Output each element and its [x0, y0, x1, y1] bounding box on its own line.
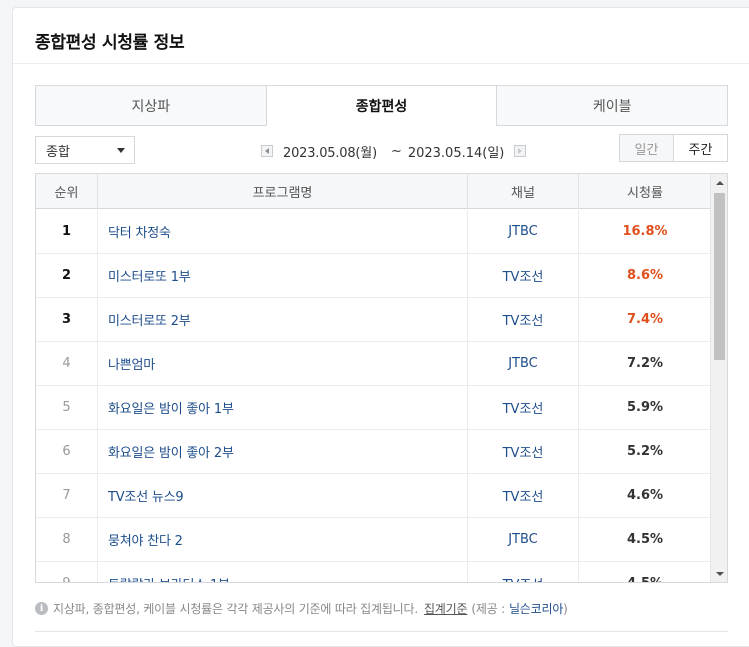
divider [35, 631, 728, 632]
table-row: 9 트랄랄라 브라더스 1부 TV조선 4.5% [36, 562, 711, 582]
channel-cell: TV조선 [468, 430, 579, 473]
table-row: 2 미스터로또 1부 TV조선 8.6% [36, 254, 711, 298]
program-link[interactable]: 닥터 차정숙 [98, 210, 468, 253]
date-start: 2023.05.08(월) [283, 145, 377, 161]
arrow-right-icon [518, 148, 523, 154]
program-link[interactable]: 화요일은 밤이 좋아 2부 [98, 430, 468, 473]
criteria-link[interactable]: 집계기준 [424, 600, 468, 617]
provider-link[interactable]: 닐슨코리아 [509, 600, 563, 617]
rank-cell: 4 [36, 342, 98, 385]
date-end: 2023.05.14(일) [407, 145, 505, 161]
daily-button[interactable]: 일간 [619, 134, 674, 162]
table-row: 1 닥터 차정숙 JTBC 16.8% [36, 210, 711, 254]
tab-cable[interactable]: 케이블 [496, 85, 729, 126]
channel-cell: TV조선 [468, 298, 579, 341]
category-select-value: 종합 [46, 144, 70, 160]
footnote-text: 지상파, 종합편성, 케이블 시청률은 각각 제공사의 기준에 따라 집계됩니다… [53, 602, 418, 616]
rating-cell: 16.8% [622, 224, 668, 239]
header-rank: 순위 [36, 174, 98, 209]
rating-cell: 5.9% [626, 400, 664, 415]
rank-cell: 8 [36, 518, 98, 561]
period-toggle: 일간 주간 [619, 134, 728, 162]
table-row: 5 화요일은 밤이 좋아 1부 TV조선 5.9% [36, 386, 711, 430]
provider-suffix: ) [563, 601, 568, 616]
channel-cell: JTBC [468, 342, 579, 385]
panel-title: 종합편성 시청률 정보 [35, 33, 185, 53]
tab-general-programming[interactable]: 종합편성 [265, 85, 498, 126]
table-row: 4 나쁜엄마 JTBC 7.2% [36, 342, 711, 386]
weekly-button[interactable]: 주간 [673, 134, 728, 162]
category-select[interactable]: 종합 [35, 136, 135, 164]
program-link[interactable]: 나쁜엄마 [98, 342, 468, 385]
channel-cell: TV조선 [468, 474, 579, 517]
program-link[interactable]: 트랄랄라 브라더스 1부 [98, 562, 468, 582]
channel-cell: JTBC [468, 518, 579, 561]
category-tabs: 지상파 종합편성 케이블 [35, 85, 729, 126]
ratings-panel: 종합편성 시청률 정보 지상파 종합편성 케이블 종합 2023.05.08(월… [12, 7, 749, 647]
rating-cell: 7.2% [626, 356, 664, 371]
rating-cell: 4.6% [626, 488, 664, 503]
scrollbar-thumb[interactable] [714, 193, 725, 360]
rank-cell: 2 [36, 254, 98, 297]
rating-cell: 7.4% [626, 312, 664, 327]
header-rating: 시청률 [627, 186, 663, 201]
footnote: i 지상파, 종합편성, 케이블 시청률은 각각 제공사의 기준에 따라 집계됩… [35, 600, 568, 617]
rank-cell: 1 [36, 210, 98, 253]
rating-cell: 8.6% [626, 268, 664, 283]
program-link[interactable]: 뭉쳐야 찬다 2 [98, 518, 468, 561]
table-row: 6 화요일은 밤이 좋아 2부 TV조선 5.2% [36, 430, 711, 474]
channel-cell: TV조선 [468, 562, 579, 582]
arrow-left-icon [265, 148, 269, 154]
table-row: 7 TV조선 뉴스9 TV조선 4.6% [36, 474, 711, 518]
table-scrollbar[interactable] [710, 174, 727, 582]
table-body: 1 닥터 차정숙 JTBC 16.8% 2 미스터로또 1부 TV조선 8.6%… [36, 210, 711, 582]
rank-cell: 7 [36, 474, 98, 517]
divider [13, 63, 749, 64]
scroll-down-button[interactable] [711, 565, 727, 582]
program-link[interactable]: 미스터로또 2부 [98, 298, 468, 341]
date-separator: ~ [390, 143, 402, 159]
program-link[interactable]: 화요일은 밤이 좋아 1부 [98, 386, 468, 429]
table-row: 8 뭉쳐야 찬다 2 JTBC 4.5% [36, 518, 711, 562]
rating-cell: 5.2% [626, 444, 664, 459]
program-link[interactable]: 미스터로또 1부 [98, 254, 468, 297]
channel-cell: JTBC [468, 210, 579, 253]
program-link[interactable]: TV조선 뉴스9 [98, 474, 468, 517]
table-row: 3 미스터로또 2부 TV조선 7.4% [36, 298, 711, 342]
arrow-down-icon [715, 571, 724, 576]
channel-cell: TV조선 [468, 254, 579, 297]
channel-cell: TV조선 [468, 386, 579, 429]
next-week-button[interactable] [514, 145, 527, 157]
provider-prefix: (제공 : [471, 602, 505, 616]
header-program: 프로그램명 [98, 174, 468, 209]
rank-cell: 6 [36, 430, 98, 473]
tab-terrestrial[interactable]: 지상파 [35, 85, 267, 126]
rating-cell: 4.5% [579, 562, 711, 582]
rank-cell: 3 [36, 298, 98, 341]
table-header: 순위 프로그램명 채널 시청률 [36, 174, 711, 209]
rank-cell: 5 [36, 386, 98, 429]
scroll-up-button[interactable] [711, 174, 727, 191]
date-navigator: 2023.05.08(월) ~ 2023.05.14(일) [261, 141, 527, 161]
rank-cell: 9 [36, 562, 98, 582]
ratings-table: 순위 프로그램명 채널 시청률 1 닥터 차정숙 JTBC 16.8% 2 미스… [35, 173, 728, 583]
arrow-up-icon [715, 180, 724, 185]
info-icon: i [35, 602, 48, 615]
prev-week-button[interactable] [261, 145, 273, 157]
rating-cell: 4.5% [626, 532, 664, 547]
header-channel: 채널 [468, 174, 579, 209]
caret-down-icon [117, 148, 125, 153]
